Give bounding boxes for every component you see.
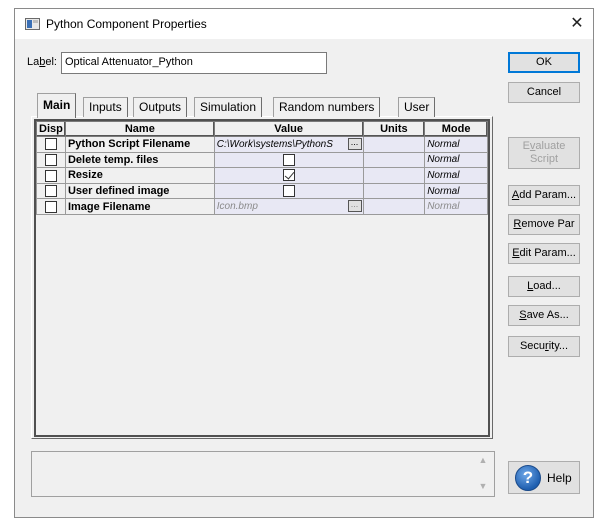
remove-par-label: emove Par — [521, 218, 575, 230]
tab-outputs[interactable]: Outputs — [133, 97, 188, 117]
edit-param-label: dit Param... — [519, 247, 576, 259]
window-title: Python Component Properties — [46, 17, 207, 31]
evaluate-label: aluate — [535, 140, 566, 152]
column-header-mode[interactable]: Mode — [424, 121, 488, 137]
param-mode[interactable]: Normal — [424, 167, 488, 184]
disp-checkbox[interactable] — [44, 138, 57, 151]
param-units — [362, 198, 426, 215]
param-units — [362, 151, 426, 169]
table-header-row: Disp Name Value Units Mode — [36, 121, 488, 137]
disp-cell — [36, 198, 66, 215]
evaluate-script-button[interactable]: Evaluate Script — [508, 137, 580, 169]
disp-cell — [36, 136, 66, 153]
disp-cell — [36, 151, 66, 169]
close-icon[interactable]: ✕ — [561, 9, 593, 39]
security-button[interactable]: Security... — [508, 336, 580, 357]
disp-checkbox[interactable] — [44, 153, 57, 166]
value-checkbox[interactable] — [282, 169, 295, 182]
evaluate-label: E — [522, 140, 530, 152]
param-name: Delete temp. files — [64, 151, 215, 169]
disp-checkbox[interactable] — [44, 185, 57, 198]
param-units — [362, 182, 426, 200]
disp-cell — [36, 167, 66, 184]
scroll-up-icon[interactable]: ▲ — [477, 455, 489, 467]
security-label: ity... — [548, 340, 569, 352]
load-label: oad... — [533, 280, 561, 292]
param-name: Image Filename — [64, 198, 215, 215]
table-row[interactable]: Image Filename Icon.bmp... Normal — [36, 198, 488, 215]
label-caption-part: La — [27, 56, 40, 68]
save-as-label: ave As... — [526, 309, 569, 321]
param-value[interactable]: C:\Work\systems\PythonS... — [213, 136, 364, 153]
label-input[interactable]: Optical Attenuator_Python — [61, 52, 327, 74]
param-mode[interactable]: Normal — [424, 151, 488, 169]
tab-random-numbers[interactable]: Random numbers — [273, 97, 381, 117]
value-text: C:\Work\systems\PythonS — [216, 138, 333, 150]
save-as-mnemonic: S — [519, 309, 527, 321]
ok-button[interactable]: OK — [508, 52, 580, 73]
add-param-label: dd Param... — [519, 189, 577, 201]
properties-dialog: Python Component Properties ✕ Label: Opt… — [14, 8, 594, 518]
edit-param-mnemonic: E — [512, 247, 520, 259]
param-value[interactable]: Icon.bmp... — [213, 198, 364, 215]
value-text: Icon.bmp — [216, 201, 258, 213]
table-row[interactable]: Python Script Filename C:\Work\systems\Py… — [36, 136, 488, 153]
table-row[interactable]: Delete temp. files Normal — [36, 151, 488, 169]
add-param-button[interactable]: Add Param... — [508, 185, 580, 206]
param-mode[interactable]: Normal — [424, 182, 488, 200]
evaluate-label-line2: Script — [529, 153, 559, 165]
help-button[interactable]: ? Help — [508, 461, 580, 494]
param-name: Resize — [64, 167, 215, 184]
status-area — [31, 451, 495, 497]
tab-simulation[interactable]: Simulation — [194, 97, 263, 117]
table-row[interactable]: User defined image Normal — [36, 182, 488, 200]
param-name: Python Script Filename — [64, 136, 215, 153]
table-row[interactable]: Resize Normal — [36, 167, 488, 184]
column-header-value[interactable]: Value — [213, 121, 364, 137]
param-value[interactable] — [213, 167, 364, 184]
column-header-name[interactable]: Name — [64, 121, 215, 137]
parameter-grid: Disp Name Value Units Mode Python Script… — [34, 119, 490, 437]
param-mode[interactable]: Normal — [424, 136, 488, 153]
edit-param-button[interactable]: Edit Param... — [508, 243, 580, 264]
param-units — [362, 167, 426, 184]
disp-checkbox[interactable] — [44, 169, 57, 182]
param-mode[interactable]: Normal — [424, 198, 488, 215]
window-icon — [25, 18, 40, 30]
help-label: Help — [547, 471, 572, 485]
tab-main[interactable]: Main — [37, 93, 77, 118]
param-name: User defined image — [64, 182, 215, 200]
scroll-down-icon[interactable]: ▼ — [477, 481, 489, 493]
browse-icon[interactable]: ... — [347, 138, 362, 150]
browse-icon[interactable]: ... — [347, 200, 362, 213]
column-header-disp[interactable]: Disp — [36, 121, 66, 137]
save-as-button[interactable]: Save As... — [508, 305, 580, 326]
tab-user[interactable]: User — [398, 97, 436, 117]
param-value[interactable] — [213, 151, 364, 169]
label-caption: Label: — [27, 56, 57, 68]
disp-checkbox[interactable] — [44, 200, 57, 213]
remove-param-button[interactable]: Remove Par — [508, 214, 580, 235]
value-checkbox[interactable] — [282, 153, 295, 166]
load-button[interactable]: Load... — [508, 276, 580, 297]
column-header-units[interactable]: Units — [362, 121, 426, 137]
param-value[interactable] — [213, 182, 364, 200]
param-units — [362, 136, 426, 153]
tab-inputs[interactable]: Inputs — [83, 97, 128, 117]
label-caption-part: el: — [45, 56, 57, 68]
title-bar[interactable]: Python Component Properties ✕ — [15, 9, 593, 39]
parameter-table: Disp Name Value Units Mode Python Script… — [36, 121, 488, 215]
security-label: Secu — [519, 340, 546, 352]
cancel-button[interactable]: Cancel — [508, 82, 580, 103]
help-icon: ? — [515, 465, 541, 491]
value-checkbox[interactable] — [282, 185, 295, 198]
disp-cell — [36, 182, 66, 200]
